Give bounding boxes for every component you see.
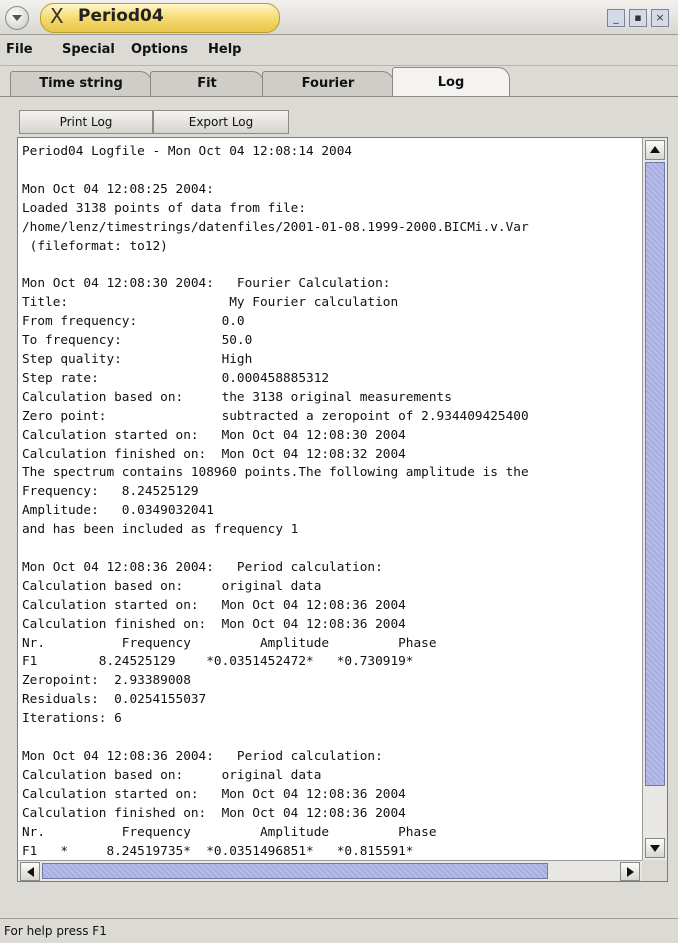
log-line: Mon Oct 04 12:08:36 2004: Period calcula… [22,749,383,764]
maximize-icon[interactable]: ▪ [629,9,647,27]
vertical-scrollbar[interactable] [642,138,667,860]
app-x-icon: X [50,4,64,28]
scroll-left-icon[interactable] [20,862,40,881]
log-line: The spectrum contains 108960 points.The … [22,465,529,481]
log-line: Zeropoint: 2.93389008 [22,673,191,689]
log-line: Period04 Logfile - Mon Oct 04 12:08:14 2… [22,144,353,159]
log-line: Calculation started on: Mon Oct 04 12:08… [22,427,406,443]
scroll-right-icon[interactable] [620,862,640,881]
tab-fit[interactable]: Fit [150,71,264,96]
log-line: Step quality: High [22,351,253,367]
menu-bar: File Special Options Help [0,35,678,66]
tab-fourier[interactable]: Fourier [262,71,394,96]
log-line: Amplitude: 0.0349032041 [22,503,214,519]
log-line: and has been included as frequency 1 [22,522,299,538]
log-line: Loaded 3138 points of data from file: [22,200,307,216]
log-line: Residuals: 0.0254155037 [22,692,207,708]
log-toolbar: Print Log Export Log [0,97,678,137]
status-text: For help press F1 [4,924,107,938]
log-line: Calculation based on: original data [22,767,322,783]
log-line: Nr. Frequency Amplitude Phase [22,824,437,840]
menu-options[interactable]: Options [131,42,188,57]
log-line: F1 * 8.24519735* *0.0351496851* *0.81559… [22,843,414,859]
log-line: (fileformat: to12) [22,238,168,254]
log-line: Calculation started on: Mon Oct 04 12:08… [22,597,406,613]
log-line: Calculation based on: the 3138 original … [22,389,452,405]
log-line: From frequency: 0.0 [22,314,245,330]
log-line: /home/lenz/timestrings/datenfiles/2001-0… [22,219,529,235]
horizontal-scrollbar[interactable] [18,860,642,881]
log-line: Title: My Fourier calculation [22,295,399,311]
log-line: Calculation started on: Mon Oct 04 12:08… [22,786,406,802]
log-line: Step rate: 0.000458885312 [22,370,330,386]
log-line: Frequency: 8.24525129 [22,484,199,500]
menu-special[interactable]: Special [62,42,115,57]
log-line: Iterations: 6 [22,711,122,727]
window-title: Period04 [78,6,164,26]
scroll-up-icon[interactable] [645,140,665,160]
log-line: Calculation based on: original data [22,578,322,594]
log-line: Calculation finished on: Mon Oct 04 12:0… [22,805,406,821]
log-line: Calculation finished on: Mon Oct 04 12:0… [22,616,406,632]
print-log-button[interactable]: Print Log [19,110,153,134]
minimize-icon[interactable]: _ [607,9,625,27]
log-panel: Period04 Logfile - Mon Oct 04 12:08:14 2… [17,137,668,882]
window-menu-button[interactable] [5,6,29,30]
vertical-scroll-thumb[interactable] [645,162,665,786]
scroll-corner [642,860,667,881]
horizontal-scroll-thumb[interactable] [42,863,548,879]
menu-help[interactable]: Help [208,42,241,57]
log-line: Mon Oct 04 12:08:25 2004: [22,181,214,197]
log-line: Zero point: subtracted a zeropoint of 2.… [22,408,529,424]
status-bar: For help press F1 [0,918,678,943]
tab-time-string[interactable]: Time string [10,71,152,96]
close-icon[interactable]: × [651,9,669,27]
export-log-button[interactable]: Export Log [153,110,289,134]
tab-log[interactable]: Log [392,67,510,97]
log-line: Mon Oct 04 12:08:30 2004: Fourier Calcul… [22,276,391,292]
log-line: F1 8.24525129 *0.0351452472* *0.730919* [22,654,414,670]
log-text-area[interactable]: Period04 Logfile - Mon Oct 04 12:08:14 2… [22,143,640,861]
log-line: To frequency: 50.0 [22,333,253,349]
tab-bar: Time string Fit Fourier Log [0,66,678,97]
log-line: Mon Oct 04 12:08:36 2004: Period calcula… [22,559,383,575]
log-line: Nr. Frequency Amplitude Phase [22,635,437,651]
scroll-down-icon[interactable] [645,838,665,858]
log-line: Calculation finished on: Mon Oct 04 12:0… [22,446,406,462]
menu-file[interactable]: File [6,42,33,57]
title-bar[interactable]: X Period04 _ ▪ × [0,0,678,35]
